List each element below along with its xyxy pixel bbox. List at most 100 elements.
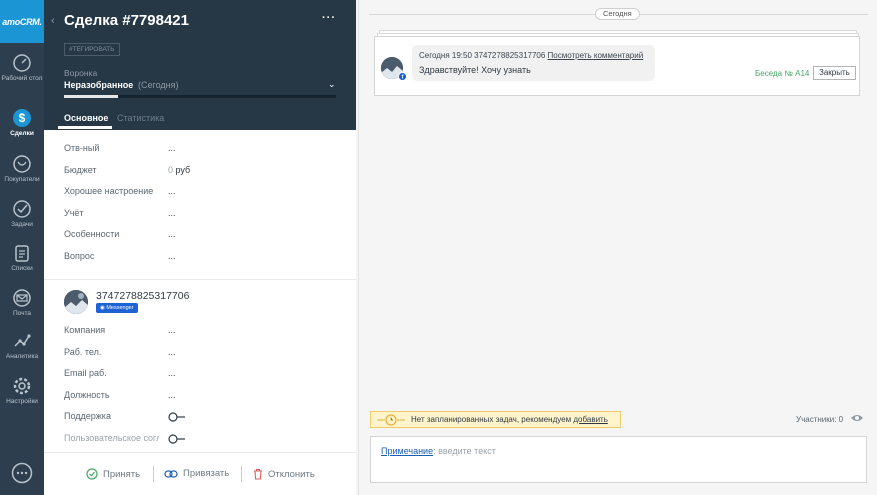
check-circle-icon [86, 468, 98, 480]
chat-message-card: f Сегодня 19:50 3747278825317706 Посмотр… [374, 36, 860, 96]
chevron-down-icon[interactable]: ⌄ [328, 79, 336, 90]
dashboard-icon [13, 54, 31, 72]
close-conversation-button[interactable]: Закрыть [813, 66, 856, 80]
nav-item-analytics[interactable]: Аналитика [0, 331, 44, 361]
field-row: Email раб. ... [64, 368, 344, 390]
field-row: Особенности ... [64, 229, 344, 251]
field-row: Должность ... [64, 390, 344, 412]
field-row: Бюджет 0 руб [64, 165, 344, 187]
back-arrow-icon[interactable]: ‹ [51, 15, 55, 27]
field-value[interactable]: ... [168, 347, 176, 357]
divider [241, 466, 242, 482]
decline-label: Отклонить [268, 468, 315, 480]
field-label: Учёт [64, 207, 84, 218]
nav-label: Покупатели [4, 176, 40, 183]
decline-button[interactable]: Отклонить [253, 468, 315, 480]
nav-item-dashboard[interactable]: Рабочий стол [0, 53, 44, 83]
pipeline-label: Воронка [64, 68, 98, 78]
field-value[interactable]: ... [168, 186, 176, 196]
field-row: Компания ... [64, 325, 344, 347]
field-row: Отв-ный ... [64, 143, 344, 165]
action-footer: Принять Привязать Отклонить [44, 452, 356, 495]
field-label: Должность [64, 389, 110, 400]
field-value[interactable]: ... [168, 251, 176, 261]
note-type-select[interactable]: Примечание [381, 446, 433, 456]
trash-icon [254, 468, 262, 480]
messenger-label: Messenger [106, 305, 134, 311]
field-value[interactable]: ... [168, 208, 176, 218]
nav-item-customers[interactable]: Покупатели [0, 154, 44, 184]
pipeline-progress [64, 95, 336, 98]
svg-text:$: $ [19, 111, 26, 125]
nav-label: Задачи [11, 221, 33, 228]
field-value[interactable]: ... [168, 229, 176, 239]
link-chain-icon [164, 469, 178, 478]
contact-avatar[interactable] [64, 290, 88, 314]
link-button[interactable]: Привязать [164, 468, 229, 479]
participants-count[interactable]: Участники: 0 [796, 415, 843, 424]
view-comment-link[interactable]: Посмотреть комментарий [548, 51, 644, 60]
note-composer[interactable]: Примечание: введите текст [370, 436, 867, 483]
message-text: Здравствуйте! Хочу узнать [419, 65, 531, 75]
field-label: Бюджет [64, 164, 97, 175]
conversation-label[interactable]: Беседа № А14 [755, 69, 809, 78]
field-row: Пользовательское согл [64, 433, 344, 455]
composer-placeholder: : введите текст [433, 446, 496, 456]
nav-item-mail[interactable]: Почта [0, 288, 44, 318]
tasks-check-icon [13, 200, 31, 218]
field-label: Поддержка [64, 411, 111, 421]
add-task-link[interactable]: добавить [573, 415, 608, 424]
nav-label: Аналитика [5, 353, 39, 360]
chat-icon[interactable] [11, 462, 33, 484]
accept-label: Принять [103, 468, 141, 480]
nav-item-lists[interactable]: Списки [0, 243, 44, 273]
nav-item-settings[interactable]: Настройки [0, 376, 44, 406]
clock-icon [377, 414, 405, 426]
agreement-toggle[interactable] [168, 433, 186, 444]
support-toggle[interactable] [168, 412, 186, 422]
budget-currency: руб [175, 164, 191, 175]
field-row: Раб. тел. ... [64, 347, 344, 369]
budget-field[interactable]: 0 руб [168, 165, 190, 175]
svg-text:f: f [402, 75, 404, 81]
field-value[interactable]: ... [168, 390, 176, 400]
more-menu-icon[interactable]: ··· [322, 12, 336, 24]
lead-card: ‹ Сделка #7798421 ··· #ТЕГИРОВАТЬ Воронк… [44, 0, 400, 495]
nav-label: Почта [12, 310, 32, 317]
tab-stats[interactable]: Статистика [117, 113, 164, 123]
logo[interactable]: amoCRM. [0, 0, 44, 43]
accept-button[interactable]: Принять [86, 468, 140, 480]
active-tab-indicator [58, 126, 112, 129]
task-suggestion-text: Нет запланированных задач, рекомендуем [411, 415, 572, 424]
composer-prompt: Примечание: введите текст [381, 446, 496, 456]
day-label: Сегодня [595, 8, 640, 20]
tag-button[interactable]: #ТЕГИРОВАТЬ [64, 43, 120, 56]
nav-item-tasks[interactable]: Задачи [0, 199, 44, 229]
nav-item-deals[interactable]: $ Сделки [0, 108, 44, 138]
lead-fields: Отв-ный ... Бюджет 0 руб Хорошее настрое… [64, 143, 344, 272]
lists-icon [15, 245, 29, 262]
analytics-icon [14, 334, 31, 347]
lead-title[interactable]: Сделка #7798421 [64, 12, 189, 29]
field-label: Компания [64, 325, 106, 335]
field-value[interactable]: ... [168, 143, 176, 153]
pipeline-status[interactable]: Неразобранное [64, 80, 133, 90]
customers-icon [13, 155, 31, 173]
messenger-badge: ◉ Messenger [96, 303, 138, 313]
field-label: Раб. тел. [64, 346, 102, 357]
tab-main[interactable]: Основное [64, 113, 108, 123]
field-row: Учёт ... [64, 208, 344, 230]
contact-name[interactable]: 3747278825317706 [96, 290, 189, 302]
nav-label: Рабочий стол [1, 75, 43, 82]
budget-value: 0 [168, 164, 174, 175]
contact-fields: Компания ... Раб. тел. ... Email раб. ..… [64, 325, 344, 454]
field-row: Поддержка [64, 411, 344, 433]
task-suggestion-bar: Нет запланированных задач, рекомендуем д… [370, 411, 621, 428]
pipeline-progress-fill [64, 95, 119, 98]
field-label: Особенности [64, 229, 120, 239]
eye-icon[interactable] [850, 412, 864, 424]
field-label: Отв-ный [64, 143, 100, 153]
link-label: Привязать [183, 468, 230, 479]
field-value[interactable]: ... [168, 368, 176, 378]
field-value[interactable]: ... [168, 325, 176, 335]
